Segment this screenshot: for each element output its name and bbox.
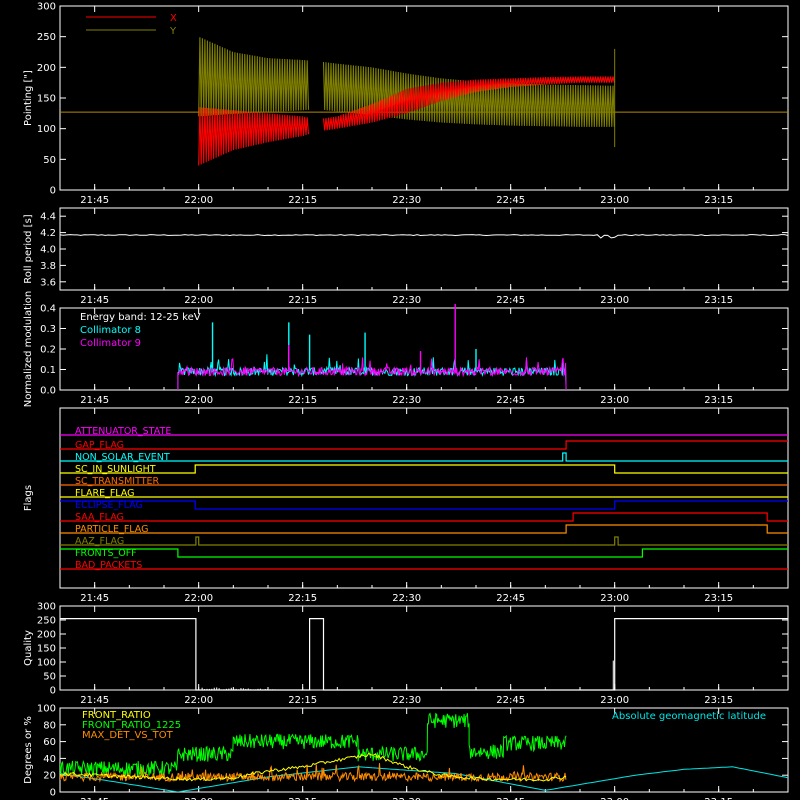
ytick-label: 150 (37, 644, 56, 655)
plot-canvas: 21:45 22:00 22:15 22:30 22:45 23:00 23:15 Point… (0, 0, 800, 800)
flag-label-gap-flag: GAP_FLAG (75, 440, 124, 451)
y-axis-label: Quality (23, 630, 34, 666)
ytick-label: 0.3 (40, 324, 56, 335)
xtick-label: 22:00 (184, 195, 213, 206)
flag-label-sc-transmitter: SC_TRANSMITTER (75, 476, 160, 487)
ytick-label: 100 (37, 124, 56, 135)
flag-label-bad-packets: BAD_PACKETS (75, 560, 142, 571)
xtick-label: 22:15 (288, 695, 317, 706)
xtick-label: 23:15 (704, 395, 733, 406)
xtick-label: 23:15 (704, 593, 733, 604)
flag-label-saa-flag: SAA_FLAG (75, 512, 124, 523)
ytick-label: 3.6 (40, 277, 56, 288)
y-axis-label: Flags (23, 485, 34, 511)
ytick-label: 0 (50, 686, 56, 697)
ytick-label: 200 (37, 63, 56, 74)
ytick-label: 80 (43, 720, 56, 731)
ytick-label: 250 (37, 616, 56, 627)
xtick-label: 22:30 (392, 295, 421, 306)
ytick-label: 0.0 (40, 386, 56, 397)
ytick-label: 100 (37, 658, 56, 669)
xtick-label: 21:45 (80, 395, 109, 406)
ytick-label: 300 (37, 2, 56, 13)
xtick-label: 23:15 (704, 295, 733, 306)
flag-label-sc-in-sunlight: SC_IN_SUNLIGHT (75, 464, 156, 475)
modulation-legend-label: Collimator 9 (80, 338, 141, 349)
xtick-label: 22:15 (288, 295, 317, 306)
xtick-label: 23:15 (704, 195, 733, 206)
xtick-label: 23:00 (600, 295, 629, 306)
ytick-label: 300 (37, 602, 56, 613)
flag-label-aaz-flag: AAZ_FLAG (75, 536, 124, 547)
ytick-label: 20 (43, 771, 56, 782)
ytick-label: 200 (37, 630, 56, 641)
xtick-label: 22:45 (496, 695, 525, 706)
ytick-label: 4.2 (40, 228, 56, 239)
ytick-label: 0 (50, 186, 56, 197)
xtick-label: 22:15 (288, 195, 317, 206)
legend-label-y: Y (169, 26, 177, 37)
xtick-label: 22:45 (496, 295, 525, 306)
xtick-label: 22:30 (392, 695, 421, 706)
ytick-label: 0.2 (40, 345, 56, 356)
panel6-legend-label: MAX_DET_VS_TOT (82, 730, 174, 741)
flag-label-attenuator-state: ATTENUATOR_STATE (75, 426, 171, 437)
xtick-label: 22:45 (496, 593, 525, 604)
xtick-label: 21:45 (80, 295, 109, 306)
xtick-label: 23:00 (600, 195, 629, 206)
flag-label-eclipse-flag: ECLIPSE_FLAG (75, 500, 143, 511)
y-axis-label: Degrees or % (23, 716, 34, 784)
xtick-label: 23:15 (704, 695, 733, 706)
flag-label-fronts-off: FRONTS_OFF (75, 548, 137, 559)
ytick-label: 50 (43, 155, 56, 166)
ytick-label: 0.1 (40, 365, 56, 376)
xtick-label: 21:45 (80, 195, 109, 206)
legend-label-x: X (170, 13, 177, 24)
xtick-label: 23:00 (600, 593, 629, 604)
ytick-label: 50 (43, 672, 56, 683)
xtick-label: 22:45 (496, 195, 525, 206)
y-axis-label: Pointing ["] (23, 70, 34, 126)
xtick-label: 22:00 (184, 593, 213, 604)
ytick-label: 0 (50, 788, 56, 799)
ytick-label: 4.0 (40, 245, 56, 256)
xtick-label: 21:45 (80, 695, 109, 706)
ytick-label: 3.8 (40, 261, 56, 272)
xtick-label: 22:15 (288, 593, 317, 604)
xtick-label: 22:00 (184, 295, 213, 306)
modulation-legend-label: Collimator 8 (80, 325, 141, 336)
xtick-label: 22:15 (288, 395, 317, 406)
flag-label-particle-flag: PARTICLE_FLAG (75, 524, 148, 535)
ytick-label: 4.4 (40, 212, 56, 223)
xtick-label: 21:45 (80, 593, 109, 604)
xtick-label: 23:00 (600, 695, 629, 706)
xtick-label: 22:30 (392, 395, 421, 406)
ytick-label: 250 (37, 32, 56, 43)
xtick-label: 22:00 (184, 695, 213, 706)
ytick-label: 0.4 (40, 304, 56, 315)
flag-label-flare-flag: FLARE_FLAG (75, 488, 135, 499)
ytick-label: 100 (37, 704, 56, 715)
ytick-label: 150 (37, 94, 56, 105)
ytick-label: 60 (43, 737, 56, 748)
ytick-label: 40 (43, 754, 56, 765)
geomagnetic-legend-label: Absolute geomagnetic latitude (612, 711, 766, 722)
xtick-label: 22:30 (392, 593, 421, 604)
flag-label-non-solar-event: NON_SOLAR_EVENT (75, 452, 170, 463)
xtick-label: 22:30 (392, 195, 421, 206)
y-axis-label: Normalized modulation (23, 291, 34, 408)
xtick-label: 22:00 (184, 395, 213, 406)
y-axis-label: Roll period [s] (23, 214, 34, 283)
energy-band-annotation: Energy band: 12-25 keV (80, 312, 201, 323)
xtick-label: 23:00 (600, 395, 629, 406)
xtick-label: 22:45 (496, 395, 525, 406)
